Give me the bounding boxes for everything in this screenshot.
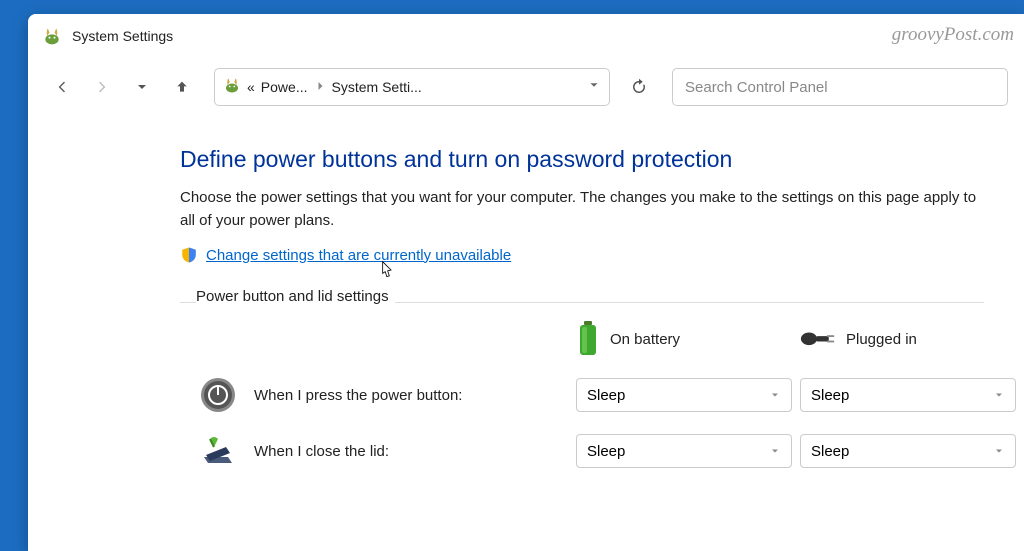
page-description: Choose the power settings that you want …: [180, 187, 984, 232]
breadcrumb-chevron-down-icon[interactable]: [587, 78, 601, 97]
power-button-section: Power button and lid settings On battery: [180, 288, 984, 469]
column-header-plugged-label: Plugged in: [846, 331, 917, 348]
column-header-plugged: Plugged in: [800, 328, 1024, 350]
chevron-down-icon: [993, 445, 1005, 457]
change-settings-row: Change settings that are currently unava…: [180, 246, 984, 264]
row-label-power-button: When I press the power button:: [254, 387, 576, 404]
settings-grid: On battery Plugged in: [200, 321, 984, 469]
content-area: Define power buttons and turn on passwor…: [28, 116, 1024, 469]
select-power-button-plugged[interactable]: Sleep: [800, 378, 1016, 412]
section-title: Power button and lid settings: [196, 288, 395, 305]
row-label-close-lid: When I close the lid:: [254, 443, 576, 460]
breadcrumb-item-1[interactable]: Powe...: [261, 79, 308, 95]
system-settings-window: groovyPost.com System Settings: [28, 14, 1024, 551]
address-bar[interactable]: « Powe... System Setti...: [214, 68, 610, 106]
titlebar: System Settings: [28, 14, 1024, 58]
select-value: Sleep: [587, 387, 625, 404]
chevron-down-icon: [769, 445, 781, 457]
shield-icon: [180, 246, 198, 264]
history-dropdown-button[interactable]: [124, 69, 160, 105]
select-value: Sleep: [811, 387, 849, 404]
up-button[interactable]: [164, 69, 200, 105]
select-value: Sleep: [587, 443, 625, 460]
window-title: System Settings: [72, 28, 173, 44]
app-icon: [42, 26, 62, 46]
power-button-icon: [200, 377, 236, 413]
watermark: groovyPost.com: [892, 24, 1014, 46]
select-value: Sleep: [811, 443, 849, 460]
close-lid-icon: [200, 433, 236, 469]
plug-icon: [800, 328, 836, 350]
page-heading: Define power buttons and turn on passwor…: [180, 146, 984, 173]
refresh-button[interactable]: [620, 68, 658, 106]
back-button[interactable]: [44, 69, 80, 105]
cursor-icon: [376, 260, 396, 284]
select-power-button-battery[interactable]: Sleep: [576, 378, 792, 412]
chevron-down-icon: [993, 389, 1005, 401]
search-input[interactable]: [672, 68, 1008, 106]
select-close-lid-plugged[interactable]: Sleep: [800, 434, 1016, 468]
breadcrumb-item-2[interactable]: System Setti...: [332, 79, 422, 95]
column-header-battery-label: On battery: [610, 331, 680, 348]
toolbar: « Powe... System Setti...: [28, 58, 1024, 116]
chevron-down-icon: [769, 389, 781, 401]
breadcrumb-app-icon: [223, 76, 241, 99]
breadcrumb-separator-icon: [314, 80, 326, 95]
change-settings-link[interactable]: Change settings that are currently unava…: [206, 247, 511, 264]
column-header-battery: On battery: [576, 321, 800, 357]
select-close-lid-battery[interactable]: Sleep: [576, 434, 792, 468]
battery-icon: [576, 321, 600, 357]
forward-button[interactable]: [84, 69, 120, 105]
breadcrumb-prefix: «: [247, 79, 255, 95]
